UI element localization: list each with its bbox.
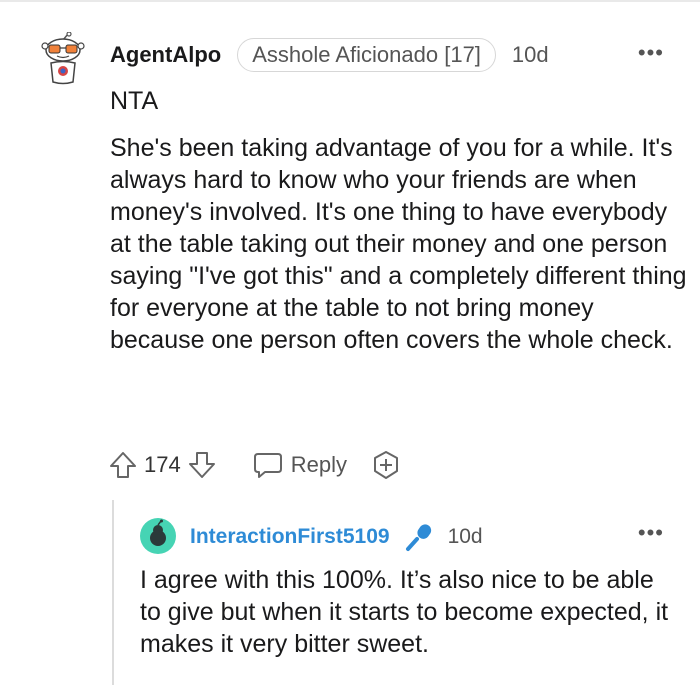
comment-interactionfirst5109: InteractionFirst5109 10d ••• I agree wit… (0, 510, 700, 680)
snoo-avatar-icon[interactable] (140, 518, 176, 554)
user-flair: Asshole Aficionado [17] (237, 38, 496, 72)
upvote-icon[interactable] (108, 450, 138, 480)
top-divider (0, 0, 700, 2)
reply-label: Reply (290, 452, 347, 477)
timestamp[interactable]: 10d (448, 525, 483, 549)
more-options-icon[interactable]: ••• (638, 40, 664, 66)
comment-header: InteractionFirst5109 10d (190, 522, 483, 552)
username[interactable]: AgentAlpo (110, 42, 221, 68)
comment-agentalpo: AgentAlpo Asshole Aficionado [17] 10d ••… (0, 30, 700, 490)
comment-header: AgentAlpo Asshole Aficionado [17] 10d (110, 38, 700, 72)
microphone-icon (405, 524, 431, 551)
verdict-text: NTA (110, 87, 159, 115)
snoo-avatar-icon[interactable] (38, 32, 88, 88)
downvote-icon[interactable] (187, 450, 217, 480)
comment-body: I agree with this 100%. It’s also nice t… (140, 566, 669, 658)
comment-actions: 174 Reply (108, 448, 401, 482)
timestamp[interactable]: 10d (512, 42, 549, 68)
more-options-icon[interactable]: ••• (638, 520, 664, 546)
comment-body: She's been taking advantage of you for a… (110, 134, 687, 354)
vote-score: 174 (144, 452, 181, 477)
award-icon[interactable] (371, 450, 401, 480)
reply-button[interactable]: Reply (253, 450, 347, 480)
username[interactable]: InteractionFirst5109 (190, 525, 390, 549)
reply-bubble-icon (253, 453, 282, 478)
